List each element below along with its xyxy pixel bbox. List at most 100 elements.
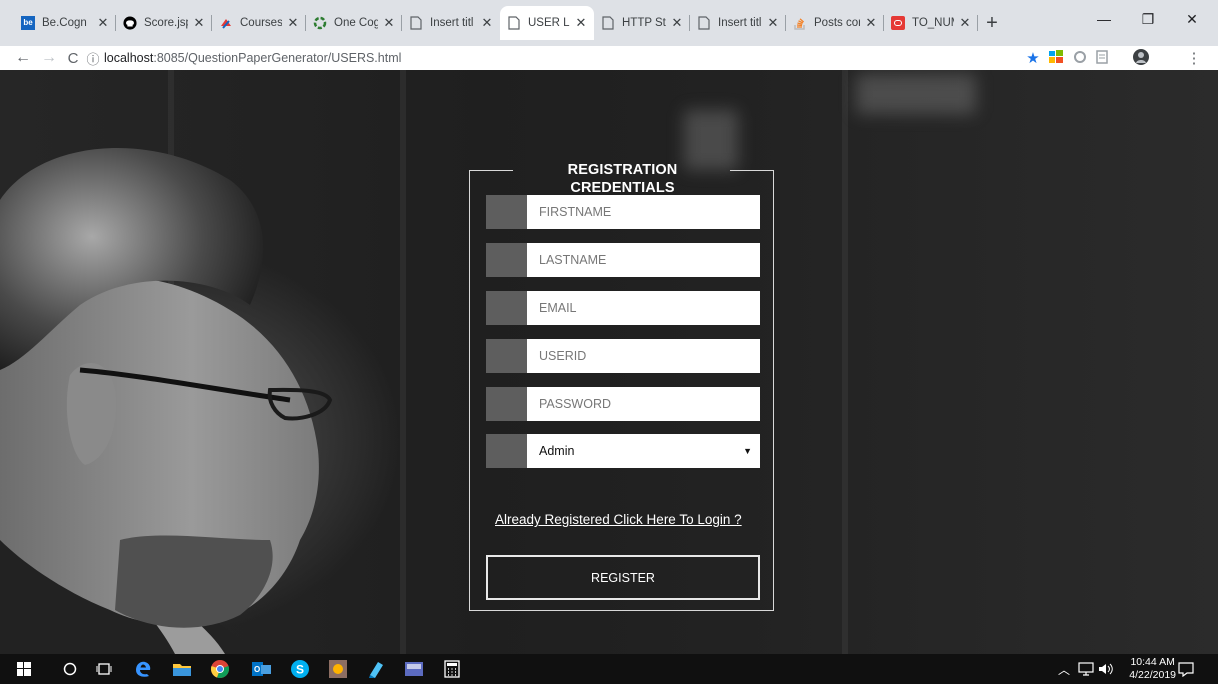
close-tab-icon[interactable]: ✕ [766,15,780,31]
info-icon[interactable]: ⓘ [84,46,102,70]
edge-icon[interactable] [125,654,161,684]
becognizant-icon: be [20,15,36,31]
tab-insert-title-1[interactable]: Insert titl ✕ [402,9,500,37]
notepad-app-icon[interactable] [358,654,394,684]
close-tab-icon[interactable]: ✕ [286,15,300,31]
tab-title: Score.jsp [144,17,188,29]
registration-form: REGISTRATION CREDENTIALS Admin ▼ [469,162,774,611]
tab-becognizant[interactable]: be Be.Cogn ✕ [14,9,116,37]
tab-onecog[interactable]: One Cog ✕ [306,9,402,37]
close-tab-icon[interactable]: ✕ [382,15,396,31]
url-path: :8085/QuestionPaperGenerator/USERS.html [153,51,402,65]
tab-title: Courses [240,17,282,29]
outlook-icon[interactable]: O [244,654,280,684]
restore-button[interactable]: ❐ [1126,6,1170,32]
windows-taskbar: O S ︿ 10:44 AM 4/22/2019 [0,654,1218,684]
field-icon-square [486,339,527,373]
bookmark-star-icon[interactable]: ★ [1022,46,1044,70]
lastname-input[interactable] [527,243,760,277]
tab-title: Insert titl [718,17,762,29]
windows-extension-icon[interactable] [1049,50,1063,64]
userid-row [486,339,760,373]
chrome-icon[interactable] [202,654,238,684]
role-row: Admin ▼ [486,434,760,468]
password-input[interactable] [527,387,760,421]
field-icon-square [486,387,527,421]
tab-title: Posts cor [814,17,860,29]
profile-avatar-icon[interactable] [1133,49,1149,65]
system-clock[interactable]: 10:44 AM 4/22/2019 [1129,656,1176,682]
lastname-row [486,243,760,277]
close-window-button[interactable]: ✕ [1170,6,1214,32]
password-row [486,387,760,421]
field-icon-square [486,243,527,277]
dropdown-arrow-icon: ▼ [743,446,752,456]
close-tab-icon[interactable]: ✕ [96,15,110,31]
media-app-icon[interactable] [396,654,432,684]
role-select[interactable]: Admin ▼ [527,434,760,468]
close-tab-icon[interactable]: ✕ [670,15,684,31]
tab-score[interactable]: Score.jsp ✕ [116,9,212,37]
calculator-icon[interactable] [434,654,470,684]
close-tab-icon[interactable]: ✕ [192,15,206,31]
new-tab-button[interactable]: + [978,9,1006,37]
menu-kebab-icon[interactable]: ⋮ [1186,46,1202,70]
register-button[interactable]: REGISTER [486,555,760,600]
reader-extension-icon[interactable] [1095,50,1109,64]
action-center-icon[interactable] [1178,654,1194,684]
form-border-segment [470,170,513,171]
form-legend: REGISTRATION CREDENTIALS [567,162,678,196]
close-tab-icon[interactable]: ✕ [864,15,878,31]
page-icon [506,15,522,31]
circle-extension-icon[interactable] [1073,50,1087,64]
background-photo [0,147,333,654]
forward-arrow-icon[interactable]: → [38,46,60,70]
minimize-button[interactable]: — [1082,6,1126,32]
page-icon [408,15,424,31]
tab-posts[interactable]: Posts cor ✕ [786,9,884,37]
email-input[interactable] [527,291,760,325]
background-panel-line [842,70,848,654]
oracle-icon [890,15,906,31]
tab-user-login[interactable]: USER LO ✕ [500,6,594,40]
back-arrow-icon[interactable]: ← [12,46,34,70]
email-row [486,291,760,325]
stackoverflow-icon [792,15,808,31]
clock-date: 4/22/2019 [1129,669,1176,681]
task-view-icon[interactable] [86,654,122,684]
skype-icon[interactable]: S [282,654,318,684]
tab-http-status[interactable]: HTTP Sta ✕ [594,9,690,37]
close-tab-icon[interactable]: ✕ [574,15,588,31]
login-link[interactable]: Already Registered Click Here To Login ? [495,512,742,527]
tab-courses[interactable]: Courses ✕ [212,9,306,37]
firstname-row [486,195,760,229]
role-selected-value: Admin [539,444,575,458]
network-icon[interactable] [1078,654,1094,684]
windows-start-icon[interactable] [6,654,42,684]
tab-strip: be Be.Cogn ✕ Score.jsp ✕ Courses ✕ One C… [0,0,1218,46]
field-icon-square [486,195,527,229]
courses-icon [218,15,234,31]
search-circle-icon[interactable] [52,654,88,684]
github-icon [122,15,138,31]
tab-title: USER LO [528,17,570,29]
onecog-icon [312,15,328,31]
tab-insert-title-2[interactable]: Insert titl ✕ [690,9,786,37]
firstname-input[interactable] [527,195,760,229]
close-tab-icon[interactable]: ✕ [480,15,494,31]
tab-list: be Be.Cogn ✕ Score.jsp ✕ Courses ✕ One C… [14,6,1006,40]
reload-icon[interactable]: C [62,46,84,70]
background-light [856,74,976,114]
svg-text:O: O [254,665,260,674]
userid-input[interactable] [527,339,760,373]
page-icon [600,15,616,31]
tab-title: Insert titl [430,17,474,29]
game-app-icon[interactable] [320,654,356,684]
address-bar[interactable]: localhost:8085/QuestionPaperGenerator/US… [104,48,401,68]
tab-title: HTTP Sta [622,17,666,29]
volume-icon[interactable] [1098,654,1114,684]
show-hidden-icons[interactable]: ︿ [1058,654,1070,684]
close-tab-icon[interactable]: ✕ [958,15,972,31]
tab-to-num[interactable]: TO_NUM ✕ [884,9,978,37]
file-explorer-icon[interactable] [164,654,200,684]
